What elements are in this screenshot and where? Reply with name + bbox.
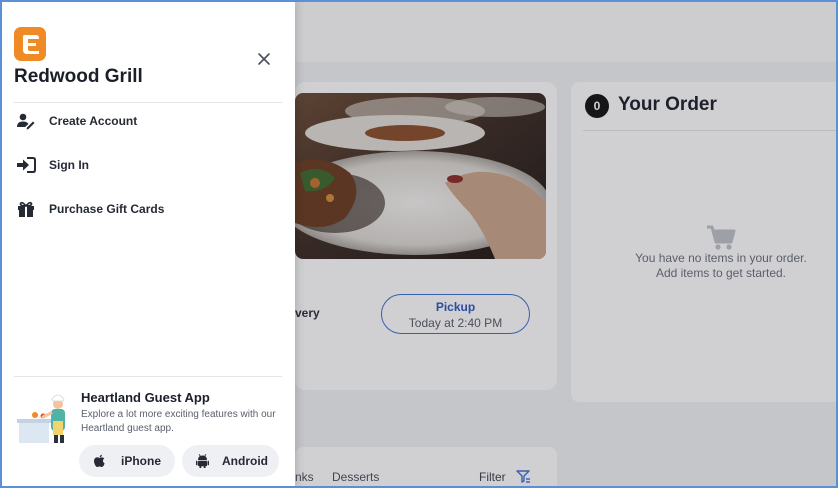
iphone-button-label: iPhone	[121, 454, 162, 468]
android-button-label: Android	[222, 454, 268, 468]
logo-mark-icon	[23, 35, 39, 54]
promo-title: Heartland Guest App	[81, 390, 210, 405]
side-drawer: Redwood Grill Create Account Sign In Pur…	[0, 0, 295, 488]
chef-illustration-icon	[17, 394, 65, 443]
android-app-button[interactable]: Android	[182, 445, 279, 477]
drawer-divider-top	[14, 102, 282, 103]
apple-icon	[93, 454, 105, 468]
menu-item-purchase-gift-cards[interactable]: Purchase Gift Cards	[14, 194, 282, 224]
brand-name: Redwood Grill	[14, 66, 143, 87]
menu-item-sign-in[interactable]: Sign In	[14, 150, 282, 180]
sign-in-icon	[17, 157, 36, 173]
iphone-app-button[interactable]: iPhone	[79, 445, 175, 477]
android-icon	[196, 454, 209, 468]
gift-icon	[18, 201, 34, 217]
close-icon[interactable]	[255, 50, 273, 68]
promo-description: Explore a lot more exciting features wit…	[81, 409, 276, 434]
drawer-divider-bottom	[14, 376, 282, 377]
menu-item-label: Purchase Gift Cards	[49, 202, 165, 216]
user-plus-icon	[17, 113, 35, 130]
menu-item-create-account[interactable]: Create Account	[14, 106, 282, 136]
menu-item-label: Create Account	[49, 114, 138, 128]
brand-logo	[14, 27, 46, 61]
menu-item-label: Sign In	[49, 158, 89, 172]
